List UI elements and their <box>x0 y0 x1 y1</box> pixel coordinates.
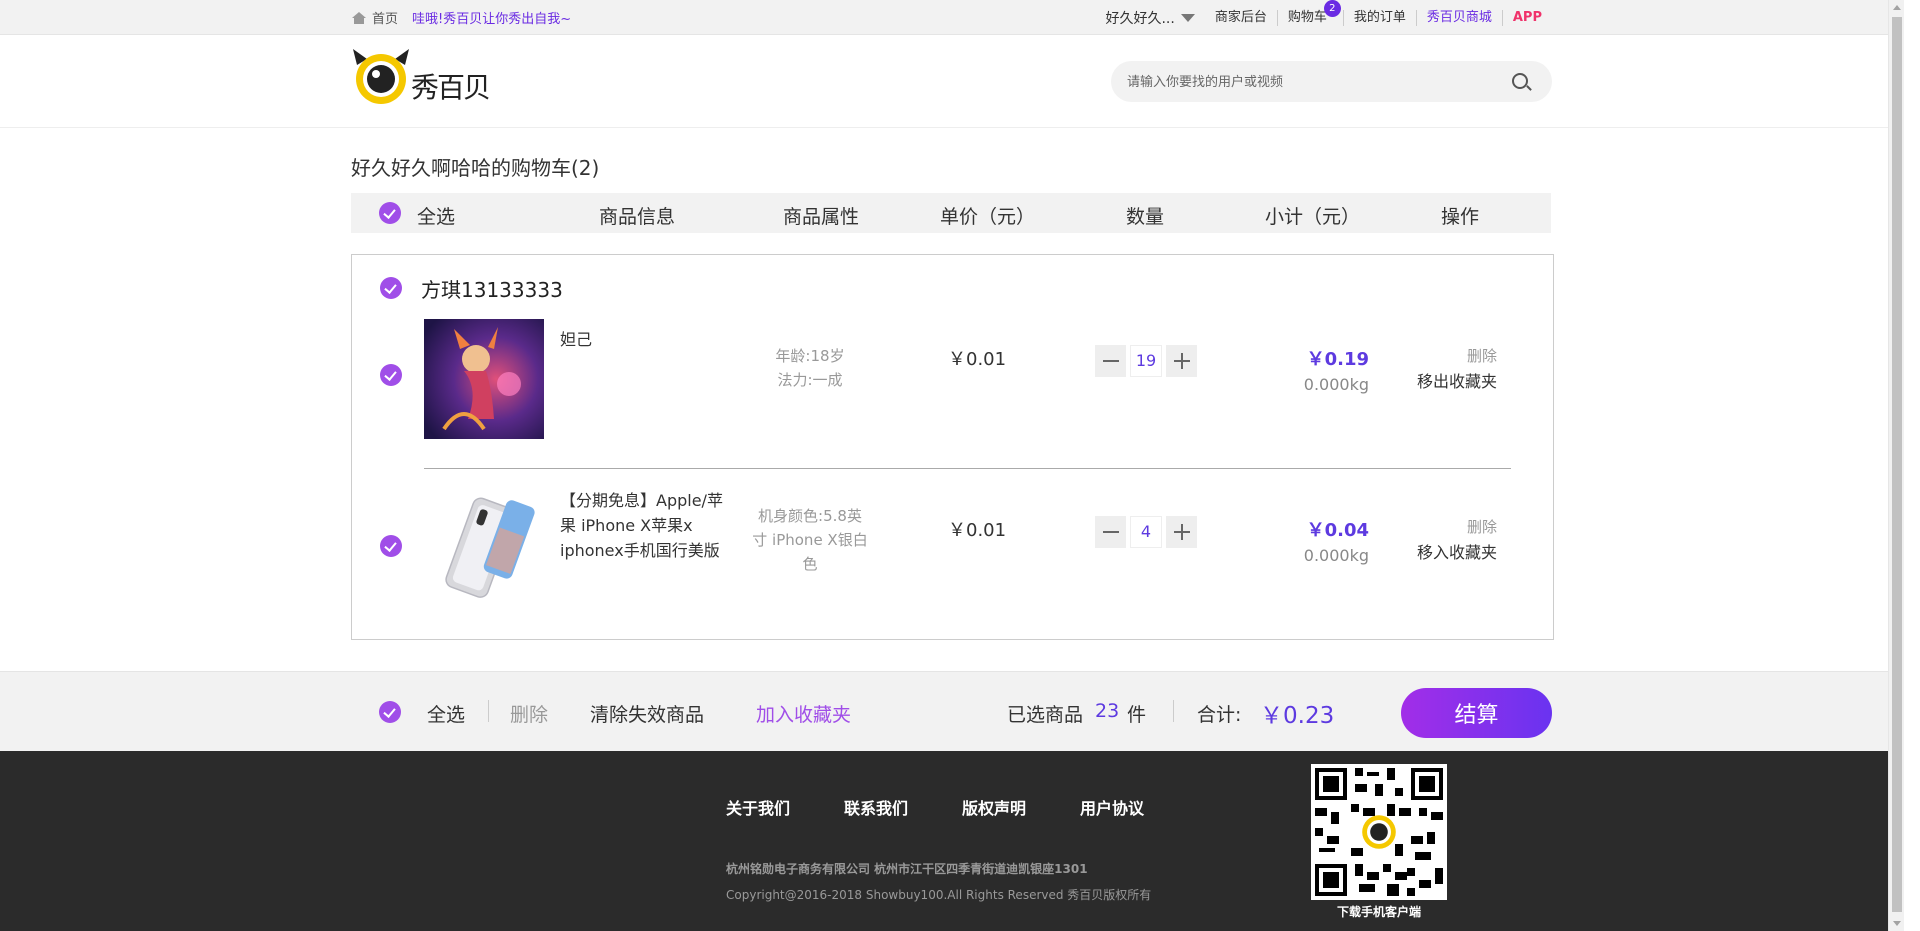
shop-name: 方琪13133333 <box>421 278 563 302</box>
select-all-checkbox[interactable] <box>379 701 401 723</box>
col-operations: 操作 <box>1441 206 1480 228</box>
item-subtotal-amount: ￥0.04 <box>1306 520 1369 541</box>
favorite-toggle-link[interactable]: 移出收藏夹 <box>1407 368 1497 392</box>
selected-count: 23 <box>1095 700 1120 722</box>
quantity-stepper: 4 <box>1095 516 1197 548</box>
item-weight: 0.000kg <box>1303 375 1369 394</box>
clear-invalid-button[interactable]: 清除失效商品 <box>590 700 704 727</box>
col-product-info: 商品信息 <box>599 206 676 228</box>
home-link[interactable]: 首页 <box>372 8 398 27</box>
item-checkbox[interactable] <box>380 535 402 557</box>
cart-item: 【分期免息】Apple/苹果 iPhone X苹果x iphonex手机国行美版… <box>352 490 1553 630</box>
decrease-quantity-button[interactable] <box>1095 516 1126 548</box>
qr-code-image <box>1311 764 1447 900</box>
search-box <box>1111 61 1552 102</box>
item-name[interactable]: 【分期免息】Apple/苹果 iPhone X苹果x iphonex手机国行美版 <box>560 488 730 563</box>
item-unit-price: ￥0.01 <box>948 520 1007 541</box>
add-to-favorites-button[interactable]: 加入收藏夹 <box>756 700 851 727</box>
character-artwork-image[interactable] <box>424 319 544 439</box>
logo-text: 秀百贝 <box>411 71 491 104</box>
logo[interactable]: 秀百贝 <box>351 47 491 107</box>
footer-link-agreement[interactable]: 用户协议 <box>1080 795 1144 819</box>
cart-table-header: 全选 商品信息 商品属性 单价（元） 数量 小计（元） 操作 <box>351 193 1551 233</box>
footer-links: 关于我们 联系我们 版权声明 用户协议 <box>726 795 1198 819</box>
col-subtotal: 小计（元） <box>1265 206 1361 228</box>
select-all-checkbox-header[interactable] <box>379 202 401 224</box>
iphone-product-image[interactable] <box>424 490 544 610</box>
scroll-up-icon[interactable] <box>1893 5 1901 10</box>
item-subtotal: ￥0.19 0.000kg <box>1304 345 1369 394</box>
footer-link-about[interactable]: 关于我们 <box>726 795 790 819</box>
favorite-toggle-link[interactable]: 移入收藏夹 <box>1407 539 1497 563</box>
logo-mascot-icon <box>353 49 409 104</box>
chevron-down-icon[interactable] <box>1180 13 1195 22</box>
delete-item-link[interactable]: 删除 <box>1407 516 1497 537</box>
search-icon[interactable] <box>1512 73 1528 89</box>
scrollbar-thumb[interactable] <box>1892 17 1902 912</box>
item-attr-line: 年龄:18岁 <box>775 347 845 365</box>
top-bar: 首页 哇哦!秀百贝让你秀出自我~ 好久好久... 商家后台 购物车 2 我的订单 … <box>0 0 1904 35</box>
selected-count-suffix: 件 <box>1127 704 1147 726</box>
top-nav: 好久好久... 商家后台 购物车 2 我的订单 秀百贝商城 APP <box>1105 0 1552 28</box>
checkout-button[interactable]: 结算 <box>1401 688 1552 738</box>
cart-link-label: 购物车 <box>1287 9 1327 25</box>
shop-group: 方琪13133333 妲己 年龄:18岁 法力:一成 ￥0.01 19 ￥0.1… <box>351 254 1554 640</box>
select-all-label[interactable]: 全选 <box>427 700 465 727</box>
home-icon[interactable] <box>352 11 366 24</box>
qr-caption: 下载手机客户端 <box>1336 905 1421 919</box>
header: 秀百贝 <box>0 35 1904 128</box>
merchant-link[interactable]: 商家后台 <box>1205 10 1277 26</box>
item-operations: 删除 移入收藏夹 <box>1407 516 1497 563</box>
footer: 关于我们 联系我们 版权声明 用户协议 杭州铭勋电子商务有限公司 杭州市江干区四… <box>0 751 1904 931</box>
company-address: 杭州铭勋电子商务有限公司 杭州市江干区四季青街道迪凯银座1301 <box>726 862 1088 876</box>
delete-item-link[interactable]: 删除 <box>1407 345 1497 366</box>
shop-checkbox[interactable] <box>380 277 402 299</box>
checkout-bar: 全选 删除 清除失效商品 加入收藏夹 已选商品 23 件 合计: ￥0.23 结… <box>0 671 1904 751</box>
cart-link[interactable]: 购物车 2 <box>1276 0 1341 26</box>
cart-title: 好久好久啊哈哈的购物车(2) <box>351 156 600 180</box>
total-amount: ￥0.23 <box>1260 703 1335 729</box>
item-name[interactable]: 妲己 <box>560 327 730 352</box>
copyright-text: Copyright@2016-2018 Showbuy100.All Right… <box>726 888 1152 902</box>
item-attr-line: 法力:一成 <box>777 371 843 389</box>
footer-link-contact[interactable]: 联系我们 <box>844 795 908 819</box>
increase-quantity-button[interactable] <box>1166 345 1197 377</box>
item-attr-line: 机身颜色:5.8英寸 iPhone X银白色 <box>752 507 868 573</box>
page-scrollbar[interactable] <box>1888 0 1904 931</box>
item-unit-price: ￥0.01 <box>948 349 1007 370</box>
scroll-down-icon[interactable] <box>1893 921 1901 926</box>
item-weight: 0.000kg <box>1303 546 1369 565</box>
col-product-attr: 商品属性 <box>783 206 860 228</box>
cart-item: 妲己 年龄:18岁 法力:一成 ￥0.01 19 ￥0.19 0.000kg 删… <box>352 319 1553 459</box>
col-select-all: 全选 <box>417 206 456 228</box>
total-label: 合计: <box>1197 704 1242 726</box>
selected-count-label: 已选商品 <box>1007 704 1084 726</box>
delete-selected-button[interactable]: 删除 <box>510 700 548 727</box>
separator <box>488 700 489 722</box>
decrease-quantity-button[interactable] <box>1095 345 1126 377</box>
item-attributes: 机身颜色:5.8英寸 iPhone X银白色 <box>752 504 868 576</box>
col-unit-price: 单价（元） <box>940 206 1036 228</box>
item-divider <box>424 468 1511 469</box>
orders-link[interactable]: 我的订单 <box>1342 9 1416 26</box>
item-subtotal: ￥0.04 0.000kg <box>1304 516 1369 565</box>
page: 首页 哇哦!秀百贝让你秀出自我~ 好久好久... 商家后台 购物车 2 我的订单 … <box>0 0 1904 931</box>
quantity-value[interactable]: 19 <box>1130 345 1162 377</box>
cart-count-badge: 2 <box>1323 0 1341 17</box>
quantity-stepper: 19 <box>1095 345 1197 377</box>
mall-link[interactable]: 秀百贝商城 <box>1415 9 1502 26</box>
slogan-text: 哇哦!秀百贝让你秀出自我~ <box>412 12 572 27</box>
footer-link-copyright[interactable]: 版权声明 <box>962 795 1026 819</box>
col-quantity: 数量 <box>1126 206 1165 228</box>
app-link[interactable]: APP <box>1501 9 1552 26</box>
separator <box>1173 700 1174 722</box>
item-checkbox[interactable] <box>380 364 402 386</box>
item-subtotal-amount: ￥0.19 <box>1306 349 1369 370</box>
item-attributes: 年龄:18岁 法力:一成 <box>752 344 868 392</box>
quantity-value[interactable]: 4 <box>1130 516 1162 548</box>
item-operations: 删除 移出收藏夹 <box>1407 345 1497 392</box>
search-input[interactable] <box>1127 61 1507 102</box>
user-menu[interactable]: 好久好久... <box>1105 8 1174 28</box>
increase-quantity-button[interactable] <box>1166 516 1197 548</box>
